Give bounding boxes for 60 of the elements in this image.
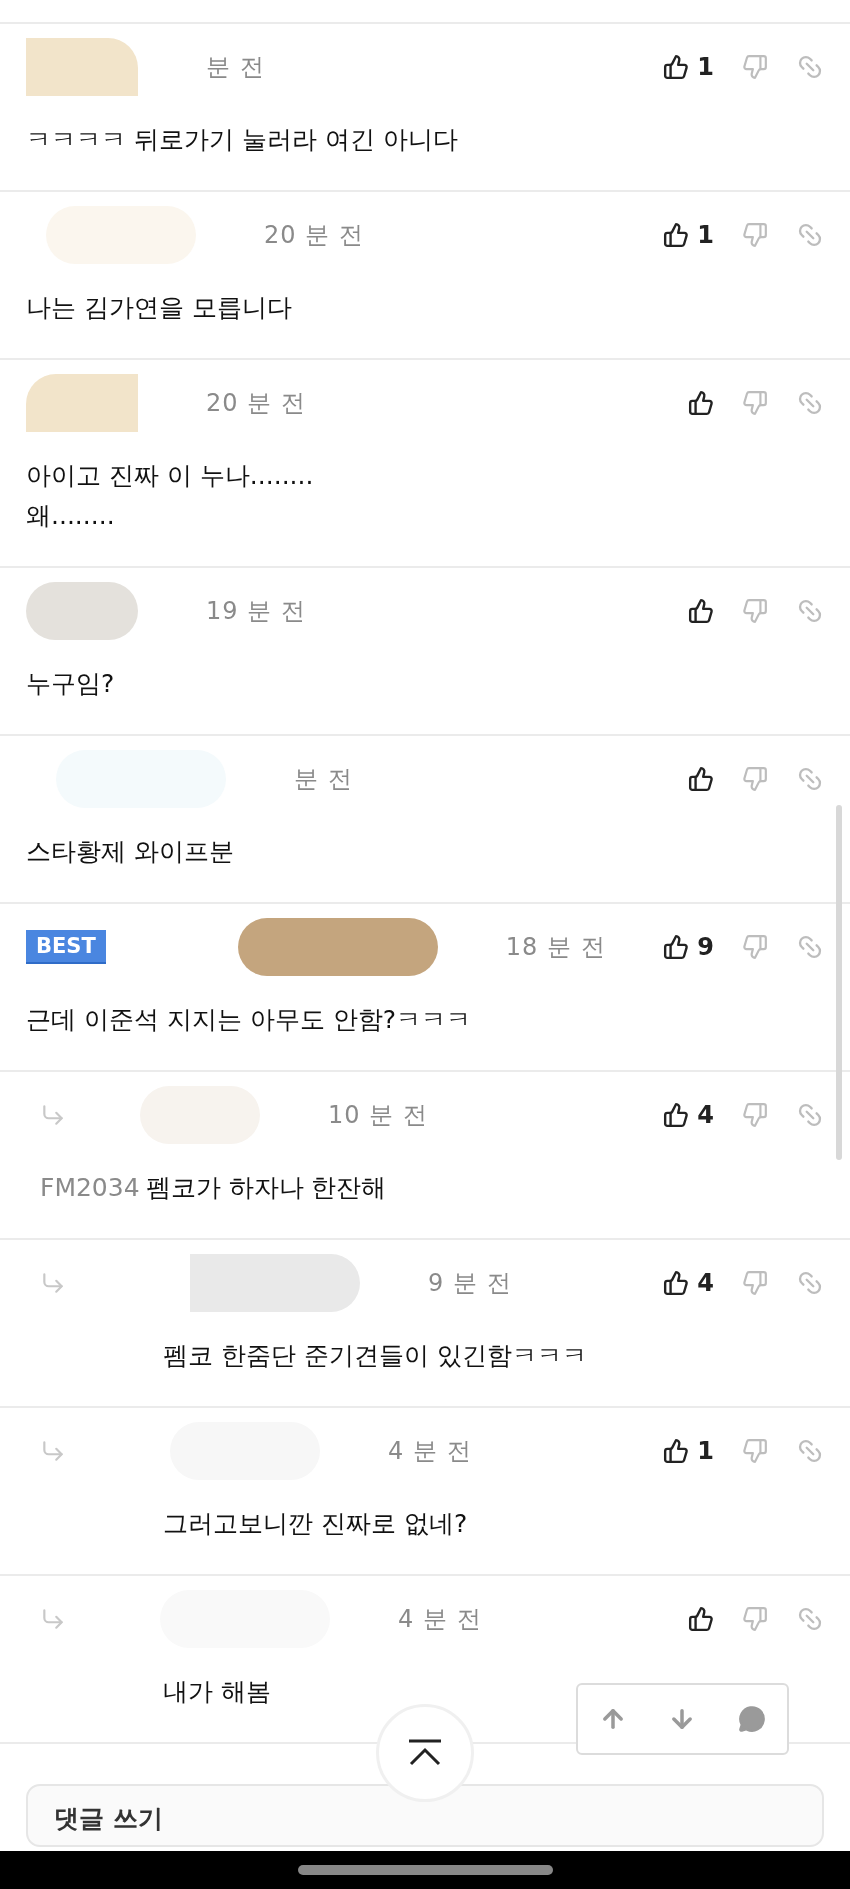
like-button[interactable] [688,766,714,792]
comment-text: 나는 김가연을 모릅니다 [26,292,293,324]
comment-time: 4 분 전 [398,1604,482,1635]
link-button[interactable] [796,1605,824,1633]
link-button[interactable] [796,53,824,81]
link-button[interactable] [796,765,824,793]
comment-time: 20 분 전 [206,388,306,419]
comment-button[interactable] [738,1705,767,1733]
link-button[interactable] [796,1437,824,1465]
comment-time: 분 전 [206,52,265,83]
like-button[interactable] [688,598,714,624]
comment-text: 근데 이준석 지지는 아무도 안함?ㅋㅋㅋ [26,1004,473,1036]
comment-text: 그러고보니깐 진짜로 없네? [162,1508,469,1540]
comment-text: 펨코 한줌단 준기견들이 있긴함ㅋㅋㅋ [162,1340,588,1372]
dislike-button[interactable] [742,222,768,248]
dislike-button[interactable] [742,1102,768,1128]
dislike-button[interactable] [742,54,768,80]
comment-time: 10 분 전 [328,1100,428,1131]
comment-time: 9 분 전 [428,1268,512,1299]
link-button[interactable] [796,1269,824,1297]
like-button[interactable] [688,390,714,416]
comment-time: 분 전 [294,764,353,795]
reply-arrow-icon [40,1606,66,1632]
dislike-button[interactable] [742,390,768,416]
link-button[interactable] [796,597,824,625]
link-button[interactable] [796,1101,824,1129]
link-button[interactable] [796,389,824,417]
write-box-title: 댓글 쓰기 [54,1804,163,1833]
comment-write-box[interactable]: 댓글 쓰기 [26,1784,824,1847]
dislike-button[interactable] [742,766,768,792]
comment-text: 아이고 진짜 이 누나........ 왜........ [26,460,315,532]
dislike-button[interactable] [742,934,768,960]
comment-time: 20 분 전 [264,220,364,251]
link-button[interactable] [796,221,824,249]
like-button[interactable]: 1 [663,1437,714,1465]
like-button[interactable]: 1 [663,53,714,81]
link-button[interactable] [796,933,824,961]
like-button[interactable] [688,1606,714,1632]
dislike-button[interactable] [742,1270,768,1296]
comment-text: 누구임? [26,668,116,700]
dislike-button[interactable] [742,1606,768,1632]
reply-arrow-icon [40,1270,66,1296]
like-button[interactable]: 4 [663,1269,714,1297]
reply-arrow-icon [40,1102,66,1128]
best-badge: BEST [26,930,106,964]
comment-time: 4 분 전 [388,1436,472,1467]
comment-text: 스타황제 와이프분 [26,836,235,868]
dislike-button[interactable] [742,598,768,624]
comment-text: 내가 해봄 [162,1676,272,1708]
comment-text: FM2034 펨코가 하자나 한잔해 [40,1172,388,1204]
like-button[interactable]: 4 [663,1101,714,1129]
reply-arrow-icon [40,1438,66,1464]
comment-text: ㅋㅋㅋㅋ 뒤로가기 눌러라 여긴 아니다 [26,124,459,156]
comment-time: 18 분 전 [505,932,606,963]
home-handle[interactable] [297,1865,553,1875]
comment-time: 19 분 전 [206,596,306,627]
dislike-button[interactable] [742,1438,768,1464]
like-button[interactable]: 9 [663,933,714,961]
scrollbar[interactable] [836,805,842,1160]
like-button[interactable]: 1 [663,221,714,249]
